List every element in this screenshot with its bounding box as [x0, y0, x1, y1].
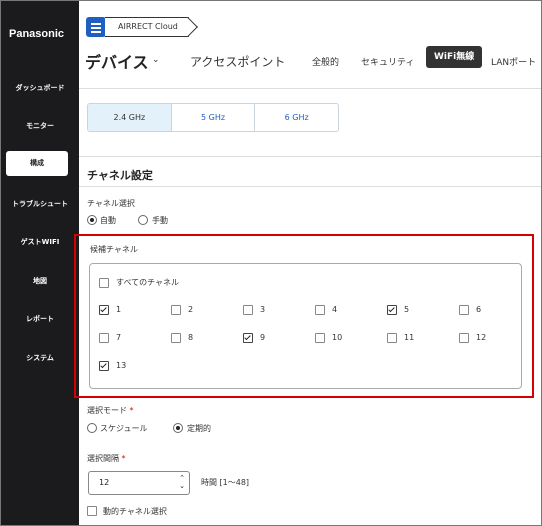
channel-checkbox-1[interactable]: [99, 305, 109, 315]
channel-label-12: 12: [476, 333, 487, 342]
stepper-arrows-icon[interactable]: ⌃ ⌄: [179, 474, 185, 490]
radio-auto-label: 自動: [100, 216, 116, 225]
band-tab-6ghz[interactable]: 6 GHz: [255, 104, 338, 131]
channel-checkbox-2[interactable]: [171, 305, 181, 315]
breadcrumb[interactable]: AIRRECT Cloud: [105, 17, 189, 37]
band-tab-2-4ghz[interactable]: 2.4 GHz: [88, 104, 172, 131]
channel-label-8: 8: [188, 333, 194, 342]
channel-label-3: 3: [260, 305, 266, 314]
candidate-channels-label: 候補チャネル: [90, 245, 138, 254]
app-window: Panasonic ダッシュボード モニター 構成 トラブルシュート ゲストWI…: [0, 0, 542, 526]
channel-label-7: 7: [116, 333, 122, 342]
section-title: チャネル設定: [87, 169, 153, 182]
menu-icon-line: [91, 31, 101, 33]
radio-periodic[interactable]: [173, 423, 183, 433]
radio-periodic-label: 定期的: [187, 424, 211, 433]
channel-checkbox-12[interactable]: [459, 333, 469, 343]
channel-checkbox-4[interactable]: [315, 305, 325, 315]
sidebar-item-dashboard[interactable]: ダッシュボード: [1, 83, 79, 93]
channel-checkbox-9[interactable]: [243, 333, 253, 343]
menu-icon: [91, 23, 101, 25]
channel-selection-label: チャネル選択: [87, 199, 135, 208]
channel-label-11: 11: [404, 333, 415, 342]
sidebar-item-map[interactable]: 地図: [1, 276, 79, 286]
sidebar-item-monitor[interactable]: モニター: [1, 121, 79, 131]
section-divider: [79, 156, 541, 157]
header-divider: [79, 88, 541, 89]
sidebar-item-guest-wifi[interactable]: ゲストWIFI: [1, 237, 79, 247]
sidebar-item-config[interactable]: 構成: [6, 151, 68, 176]
channel-label-5: 5: [404, 305, 410, 314]
radio-manual-label: 手動: [152, 216, 168, 225]
section-divider: [79, 186, 541, 187]
dynamic-channel-label: 動的チャネル選択: [103, 507, 167, 516]
dynamic-channel-checkbox[interactable]: [87, 506, 97, 516]
radio-auto[interactable]: [87, 215, 97, 225]
tab-access-point[interactable]: アクセスポイント: [190, 53, 285, 70]
all-channels-label: すべてのチャネル: [116, 278, 180, 287]
radio-schedule-label: スケジュール: [100, 424, 148, 433]
tab-security[interactable]: セキュリティ: [361, 55, 414, 68]
channel-checkbox-10[interactable]: [315, 333, 325, 343]
menu-icon-line: [91, 27, 101, 29]
page-title[interactable]: デバイス: [85, 49, 149, 73]
brand-logo: Panasonic: [9, 28, 65, 40]
mode-label: 選択モード *: [87, 406, 134, 415]
channel-checkbox-6[interactable]: [459, 305, 469, 315]
interval-value: 12: [99, 478, 110, 487]
interval-stepper[interactable]: 12 ⌃ ⌄: [88, 471, 190, 495]
band-tab-5ghz[interactable]: 5 GHz: [172, 104, 256, 131]
channel-checkbox-11[interactable]: [387, 333, 397, 343]
tab-lan-port[interactable]: LANポート: [491, 55, 536, 68]
channel-checkbox-8[interactable]: [171, 333, 181, 343]
channel-label-1: 1: [116, 305, 122, 314]
channel-label-10: 10: [332, 333, 343, 342]
channel-label-13: 13: [116, 361, 127, 370]
sidebar-item-system[interactable]: システム: [1, 353, 79, 363]
band-selector: 2.4 GHz 5 GHz 6 GHz: [87, 103, 339, 132]
sidebar-item-troubleshoot[interactable]: トラブルシュート: [1, 199, 79, 209]
channel-checkbox-5[interactable]: [387, 305, 397, 315]
interval-unit: 時間 [1〜48]: [201, 478, 250, 487]
channel-label-6: 6: [476, 305, 482, 314]
channel-label-2: 2: [188, 305, 194, 314]
channel-checkbox-7[interactable]: [99, 333, 109, 343]
channel-label-9: 9: [260, 333, 266, 342]
interval-label: 選択間隔 *: [87, 454, 126, 463]
chevron-down-icon[interactable]: ⌄: [152, 55, 160, 65]
all-channels-checkbox[interactable]: [99, 278, 109, 288]
tab-wifi-radio[interactable]: WiFi無線: [426, 46, 483, 68]
sidebar-item-report[interactable]: レポート: [1, 314, 79, 324]
tab-general[interactable]: 全般的: [312, 55, 339, 68]
menu-button[interactable]: [86, 17, 106, 37]
radio-manual[interactable]: [138, 215, 148, 225]
channel-checkbox-3[interactable]: [243, 305, 253, 315]
radio-schedule[interactable]: [87, 423, 97, 433]
sidebar: Panasonic ダッシュボード モニター 構成 トラブルシュート ゲストWI…: [1, 1, 79, 525]
channel-label-4: 4: [332, 305, 338, 314]
candidate-channels-panel: すべてのチャネル 1 2 3 4 5 6 7 8 9 10 11 12 13: [89, 263, 522, 389]
channel-checkbox-13[interactable]: [99, 361, 109, 371]
